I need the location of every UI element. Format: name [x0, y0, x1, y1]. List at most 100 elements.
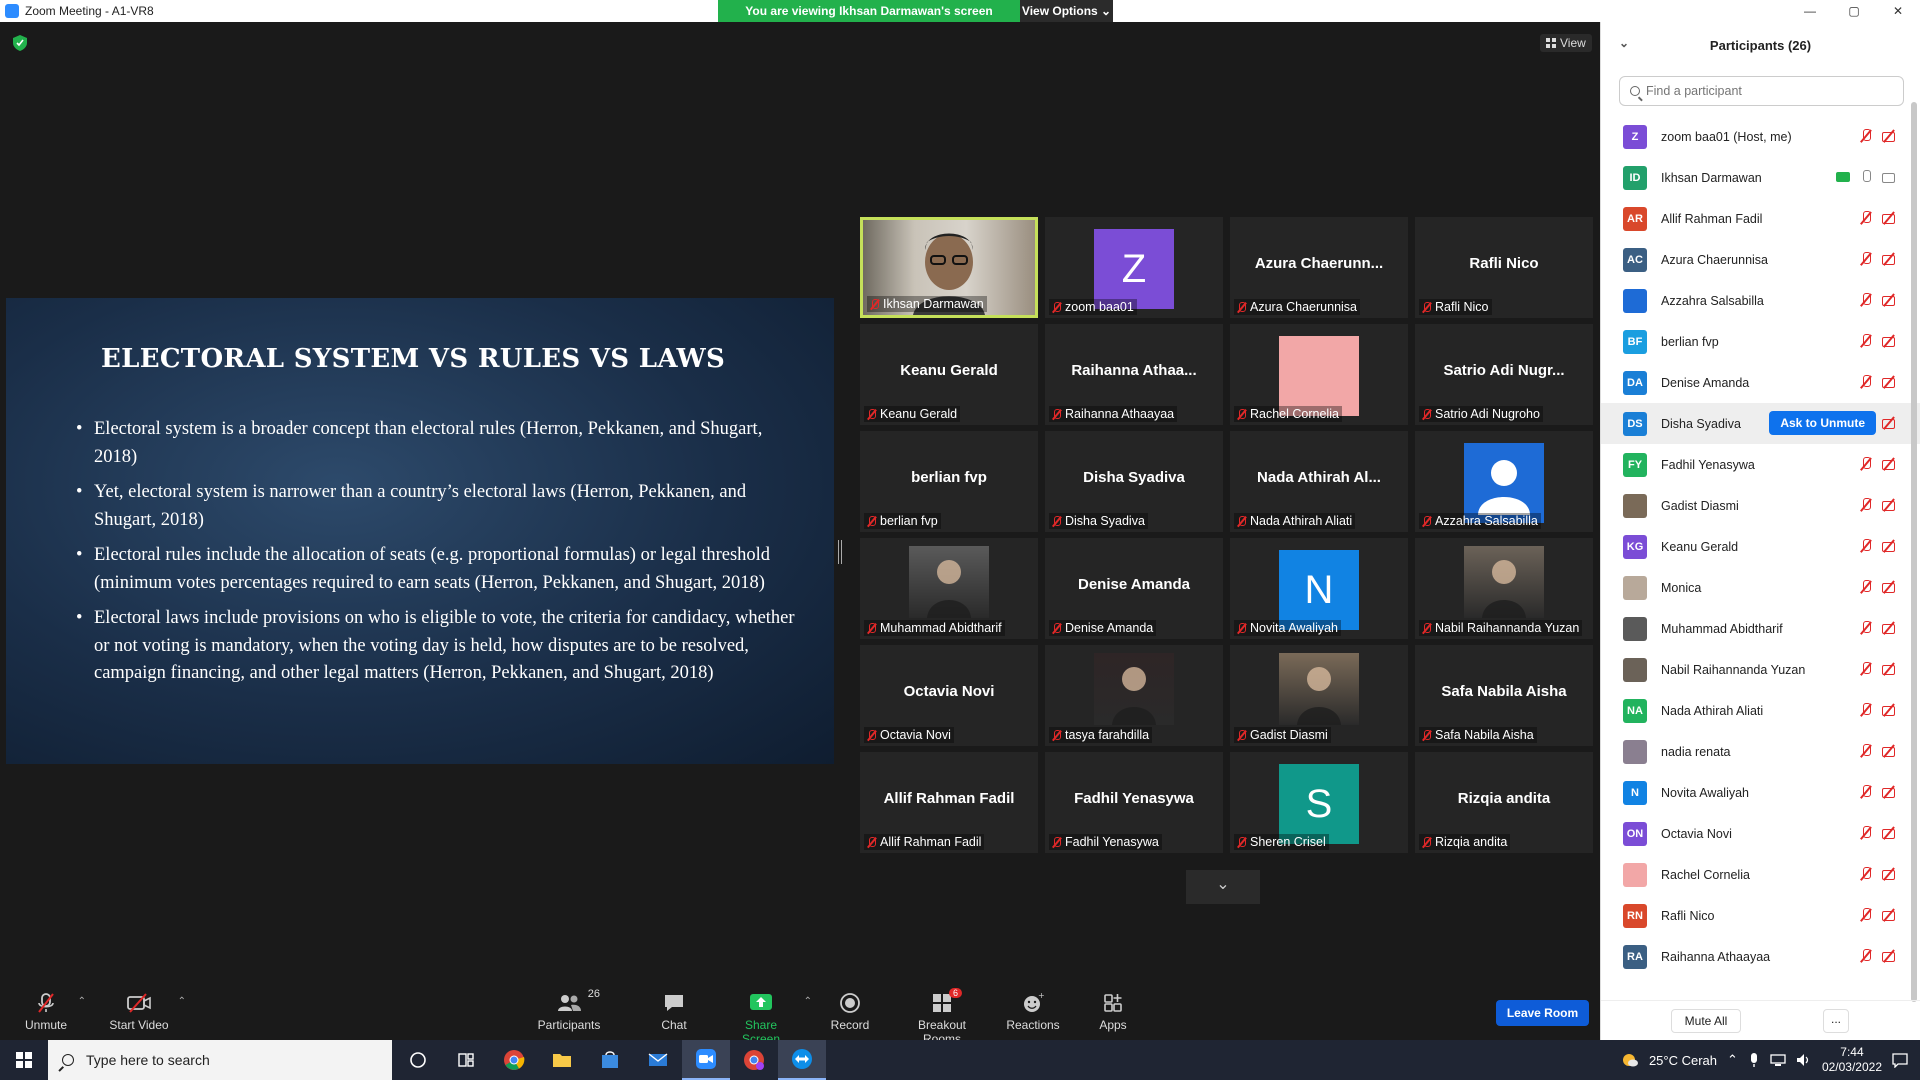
- video-tile[interactable]: S Sheren Crisel: [1230, 752, 1408, 853]
- video-tile[interactable]: berlian fvp berlian fvp: [860, 431, 1038, 532]
- video-options-caret-icon[interactable]: ⌃: [178, 996, 186, 1007]
- taskbar-clock[interactable]: 7:44 02/03/2022: [1822, 1045, 1882, 1075]
- video-tile[interactable]: Gadist Diasmi: [1230, 645, 1408, 746]
- show-hidden-icons-chevron-icon[interactable]: ⌃: [1727, 1052, 1738, 1068]
- participant-row[interactable]: ID Ikhsan Darmawan: [1601, 157, 1920, 198]
- chat-button[interactable]: Chat: [656, 992, 692, 1032]
- taskbar-search-box[interactable]: Type here to search: [48, 1040, 392, 1080]
- video-off-icon: [1882, 949, 1898, 963]
- participant-row[interactable]: Muhammad Abidtharif: [1601, 608, 1920, 649]
- participant-row[interactable]: AR Allif Rahman Fadil: [1601, 198, 1920, 239]
- video-tile[interactable]: N Novita Awaliyah: [1230, 538, 1408, 639]
- taskbar-file-explorer[interactable]: [538, 1040, 586, 1080]
- video-tile[interactable]: Nada Athirah Al... Nada Athirah Aliati: [1230, 431, 1408, 532]
- tile-participant-name: Novita Awaliyah: [1250, 621, 1339, 635]
- network-icon[interactable]: [1770, 1053, 1786, 1067]
- participant-row[interactable]: Rachel Cornelia: [1601, 854, 1920, 895]
- taskbar-mail[interactable]: [634, 1040, 682, 1080]
- video-tile[interactable]: Safa Nabila Aisha Safa Nabila Aisha: [1415, 645, 1593, 746]
- taskbar-zoom[interactable]: [682, 1040, 730, 1080]
- participant-status-icons: [1860, 293, 1898, 307]
- participant-search-input[interactable]: [1646, 84, 1886, 98]
- taskbar-chrome[interactable]: [490, 1040, 538, 1080]
- participant-search-box[interactable]: [1619, 76, 1904, 106]
- view-layout-button[interactable]: View: [1540, 34, 1592, 52]
- participant-row[interactable]: Gadist Diasmi: [1601, 485, 1920, 526]
- participant-row[interactable]: FY Fadhil Yenasywa: [1601, 444, 1920, 485]
- participant-row[interactable]: Nabil Raihannanda Yuzan: [1601, 649, 1920, 690]
- video-tile[interactable]: Zzoom baa01: [1045, 217, 1223, 318]
- close-button[interactable]: ✕: [1876, 0, 1920, 22]
- record-button[interactable]: Record: [830, 992, 870, 1032]
- video-tile[interactable]: Azzahra Salsabilla: [1415, 431, 1593, 532]
- taskbar-store[interactable]: [586, 1040, 634, 1080]
- cortana-button[interactable]: [394, 1040, 442, 1080]
- video-tile[interactable]: Rizqia andita Rizqia andita: [1415, 752, 1593, 853]
- participant-row[interactable]: N Novita Awaliyah: [1601, 772, 1920, 813]
- video-tile[interactable]: Rachel Cornelia: [1230, 324, 1408, 425]
- participant-name: Rafli Nico: [1661, 908, 1715, 923]
- video-tile[interactable]: Denise Amanda Denise Amanda: [1045, 538, 1223, 639]
- mute-all-button[interactable]: Mute All: [1671, 1009, 1741, 1033]
- view-options-button[interactable]: View Options ⌄: [1020, 0, 1113, 22]
- video-tile[interactable]: Octavia Novi Octavia Novi: [860, 645, 1038, 746]
- participant-row[interactable]: KG Keanu Gerald: [1601, 526, 1920, 567]
- video-tile[interactable]: tasya farahdilla: [1045, 645, 1223, 746]
- weather-text[interactable]: 25°C Cerah: [1649, 1053, 1717, 1068]
- leave-room-button[interactable]: Leave Room: [1496, 1000, 1589, 1026]
- share-options-caret-icon[interactable]: ⌃: [804, 996, 812, 1007]
- participant-row[interactable]: AC Azura Chaerunnisa: [1601, 239, 1920, 280]
- apps-button[interactable]: Apps: [1098, 992, 1128, 1032]
- encryption-shield-icon[interactable]: [13, 35, 27, 51]
- video-tile[interactable]: Allif Rahman Fadil Allif Rahman Fadil: [860, 752, 1038, 853]
- video-tile[interactable]: Satrio Adi Nugr... Satrio Adi Nugroho: [1415, 324, 1593, 425]
- start-button[interactable]: [0, 1040, 48, 1080]
- tile-avatar-letter: Z: [1094, 229, 1174, 309]
- video-tile[interactable]: Azura Chaerunn... Azura Chaerunnisa: [1230, 217, 1408, 318]
- video-tile[interactable]: Nabil Raihannanda Yuzan: [1415, 538, 1593, 639]
- share-screen-button[interactable]: Share Screen ⌃: [726, 992, 812, 1046]
- more-tiles-button[interactable]: ⌄: [1186, 870, 1260, 904]
- taskbar-teamviewer[interactable]: [778, 1040, 826, 1080]
- video-tile[interactable]: Ikhsan Darmawan: [860, 217, 1038, 318]
- task-view-button[interactable]: [442, 1040, 490, 1080]
- volume-icon[interactable]: [1796, 1053, 1812, 1067]
- notification-center-icon[interactable]: [1892, 1052, 1908, 1068]
- participant-row[interactable]: RN Rafli Nico: [1601, 895, 1920, 936]
- ask-to-unmute-button[interactable]: Ask to Unmute: [1769, 411, 1876, 435]
- unmute-button[interactable]: Unmute ⌃: [22, 992, 86, 1032]
- participant-name: nadia renata: [1661, 744, 1731, 759]
- participant-row[interactable]: NA Nada Athirah Aliati: [1601, 690, 1920, 731]
- split-resize-handle[interactable]: [838, 540, 842, 564]
- tile-name-label: Nada Athirah Aliati: [1234, 513, 1356, 529]
- microphone-tray-icon[interactable]: [1748, 1052, 1760, 1068]
- participant-row[interactable]: nadia renata: [1601, 731, 1920, 772]
- participants-button[interactable]: 26 Participants: [536, 988, 602, 1032]
- video-tile[interactable]: Disha Syadiva Disha Syadiva: [1045, 431, 1223, 532]
- maximize-button[interactable]: ▢: [1832, 0, 1876, 22]
- participant-row[interactable]: BF berlian fvp: [1601, 321, 1920, 362]
- participant-list-scrollbar[interactable]: [1911, 102, 1917, 1002]
- participant-row[interactable]: Monica: [1601, 567, 1920, 608]
- participant-row[interactable]: DA Denise Amanda: [1601, 362, 1920, 403]
- screen-sharing-icon: [1836, 172, 1850, 182]
- participant-row[interactable]: RA Raihanna Athaayaa: [1601, 936, 1920, 977]
- minimize-button[interactable]: —: [1788, 0, 1832, 22]
- reactions-button[interactable]: + Reactions: [1006, 992, 1060, 1032]
- video-tile[interactable]: Rafli Nico Rafli Nico: [1415, 217, 1593, 318]
- participant-row[interactable]: Azzahra Salsabilla: [1601, 280, 1920, 321]
- more-options-button[interactable]: ...: [1823, 1009, 1849, 1033]
- video-tile[interactable]: Muhammad Abidtharif: [860, 538, 1038, 639]
- video-tile[interactable]: Keanu Gerald Keanu Gerald: [860, 324, 1038, 425]
- collapse-panel-chevron-icon[interactable]: ⌄: [1619, 36, 1629, 50]
- participant-row[interactable]: ON Octavia Novi: [1601, 813, 1920, 854]
- video-tile[interactable]: Raihanna Athaa... Raihanna Athaayaa: [1045, 324, 1223, 425]
- taskbar-chrome-profile[interactable]: [730, 1040, 778, 1080]
- participant-avatar: RN: [1623, 903, 1647, 928]
- audio-options-caret-icon[interactable]: ⌃: [78, 996, 86, 1007]
- start-video-button[interactable]: Start Video ⌃: [108, 992, 186, 1032]
- video-tile[interactable]: Fadhil Yenasywa Fadhil Yenasywa: [1045, 752, 1223, 853]
- breakout-rooms-button[interactable]: 6 Breakout Rooms: [898, 988, 986, 1046]
- participant-row[interactable]: Zzoom baa01 (Host, me): [1601, 116, 1920, 157]
- participant-row[interactable]: DS Disha Syadiva Ask to Unmute: [1601, 403, 1920, 444]
